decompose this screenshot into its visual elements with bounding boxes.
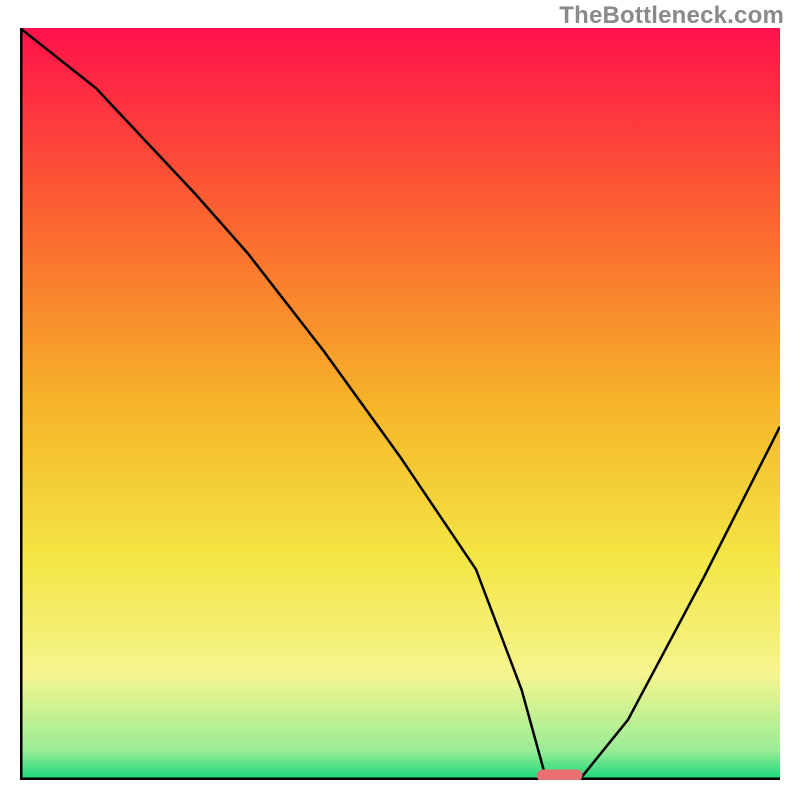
- gradient-background: [20, 28, 780, 780]
- watermark-label: TheBottleneck.com: [559, 2, 784, 30]
- chart-svg: [20, 28, 780, 780]
- optimal-marker: [537, 770, 583, 781]
- chart-container: TheBottleneck.com: [0, 0, 800, 800]
- plot-area: [20, 28, 780, 780]
